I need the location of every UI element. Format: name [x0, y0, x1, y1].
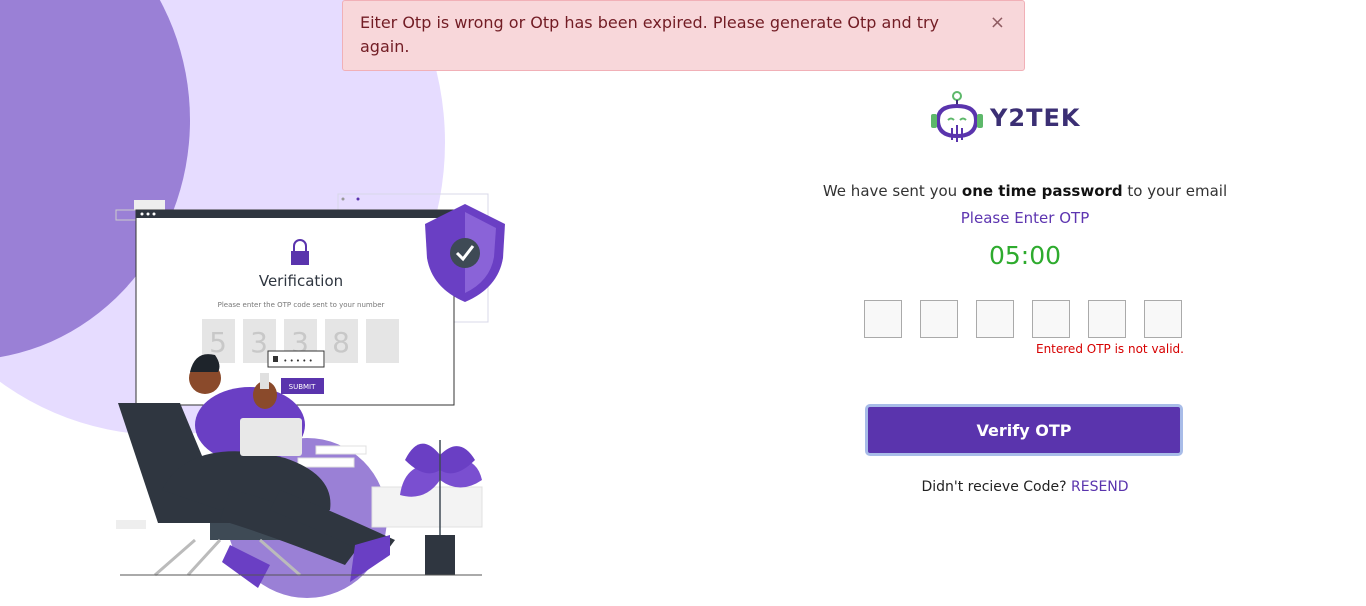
error-alert: Eiter Otp is wrong or Otp has been expir… — [342, 0, 1025, 71]
otp-timer: 05:00 — [988, 241, 1062, 270]
y2tek-logo: Y2TEK — [928, 90, 1092, 146]
digit-box — [366, 319, 399, 363]
alert-message: Eiter Otp is wrong or Otp has been expir… — [360, 13, 940, 56]
otp-digit-3[interactable] — [976, 300, 1014, 338]
please-enter-otp: Please Enter OTP — [960, 209, 1090, 227]
resend-prefix: Didn't recieve Code? — [921, 479, 1067, 495]
window-dot — [140, 212, 144, 216]
resend-line: Didn't recieve Code? RESEND — [800, 479, 1250, 495]
mini-lock-icon — [273, 356, 278, 362]
otp-digit-4[interactable] — [1032, 300, 1070, 338]
window-dot — [356, 197, 360, 201]
decor-shelf — [297, 457, 355, 468]
password-mask: • • • • • — [283, 357, 313, 365]
browser-titlebar — [136, 210, 454, 218]
otp-digit-6[interactable] — [1144, 300, 1182, 338]
otp-digit-2[interactable] — [920, 300, 958, 338]
otp-digit-5[interactable] — [1088, 300, 1126, 338]
otp-digit-1[interactable] — [864, 300, 902, 338]
otp-sent-suffix: to your email — [1122, 182, 1228, 200]
verify-otp-button[interactable]: Verify OTP — [865, 404, 1183, 456]
digit-text: 8 — [332, 326, 350, 359]
decor-rect — [115, 209, 139, 221]
decor-shelf — [315, 445, 367, 455]
otp-error-message: Entered OTP is not valid. — [1035, 342, 1184, 356]
side-cabinet — [371, 486, 483, 528]
decor-rect — [134, 200, 165, 210]
close-icon[interactable]: × — [990, 11, 1005, 35]
digit-text: 5 — [209, 326, 227, 359]
logo-text: Y2TEK — [990, 104, 1081, 132]
otp-sent-message: We have sent you one time password to yo… — [800, 182, 1250, 200]
resend-link[interactable]: RESEND — [1071, 479, 1129, 495]
window-dot — [152, 212, 156, 216]
window-dot — [341, 197, 345, 201]
illustration-submit-label: SUBMIT — [289, 383, 316, 391]
window-dot — [146, 212, 150, 216]
verification-illustration: Verification Please enter the OTP code s… — [110, 190, 510, 600]
illustration-subtitle: Please enter the OTP code sent to your n… — [218, 301, 385, 309]
otp-verification-page: Verification Please enter the OTP code s… — [0, 0, 1366, 606]
digit-text: 3 — [250, 326, 268, 359]
illustration-title: Verification — [259, 272, 343, 290]
otp-sent-bold: one time password — [961, 182, 1123, 200]
decor-rect — [116, 520, 146, 529]
otp-sent-prefix: We have sent you — [822, 182, 962, 200]
